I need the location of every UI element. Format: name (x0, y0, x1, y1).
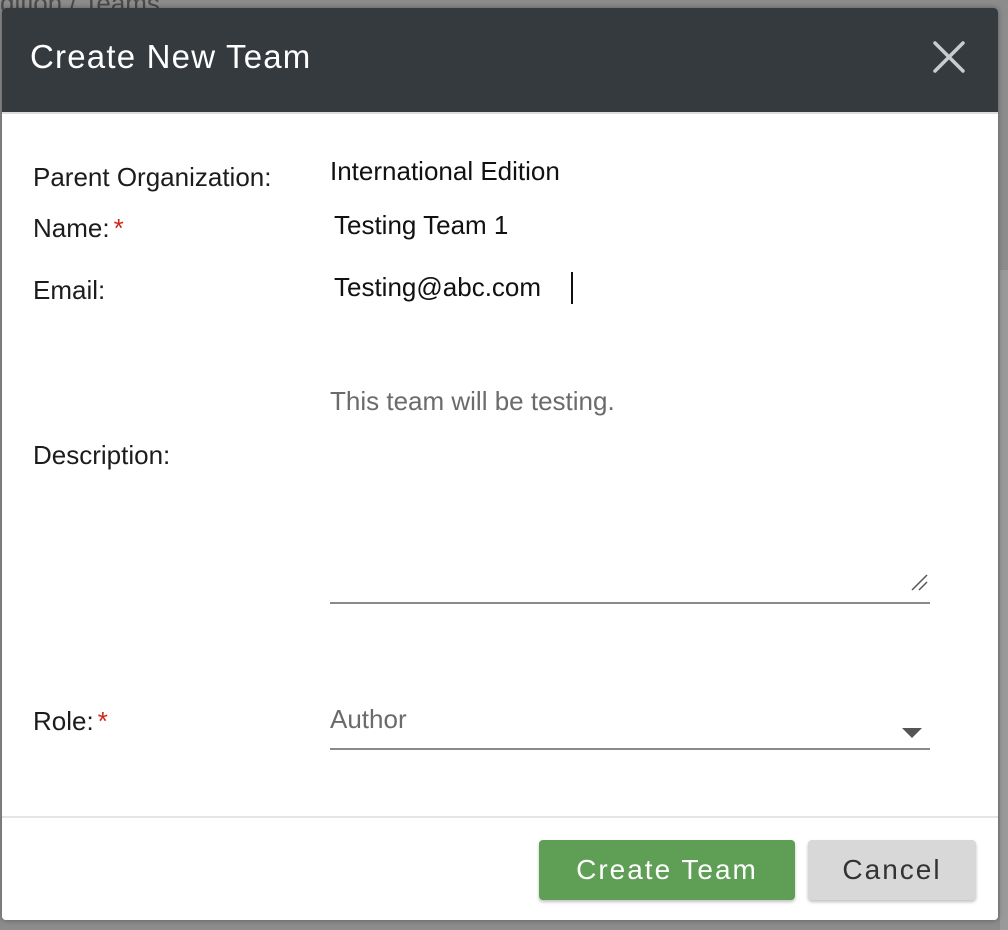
description-textarea[interactable]: This team will be testing. (330, 384, 930, 604)
resize-handle-icon[interactable] (910, 573, 928, 591)
name-label: Name: * (33, 213, 124, 243)
close-button[interactable] (926, 34, 972, 80)
create-team-dialog: Create New Team Parent Organization: Int… (2, 8, 998, 920)
dialog-title: Create New Team (30, 38, 312, 75)
name-input[interactable] (334, 208, 928, 242)
parent-organization-value: International Edition (330, 156, 560, 186)
email-label: Email: (33, 275, 106, 305)
close-icon (933, 41, 965, 73)
email-input[interactable] (334, 270, 928, 304)
description-label: Description: (33, 440, 171, 470)
name-required-mark: * (113, 213, 124, 243)
create-team-button[interactable]: Create Team (539, 840, 795, 900)
role-label: Role: * (33, 706, 108, 736)
parent-organization-label: Parent Organization: (33, 162, 272, 192)
text-cursor (571, 272, 573, 304)
role-select[interactable]: Author (330, 702, 930, 750)
caret-down-icon (902, 728, 922, 738)
role-selected-value: Author (330, 704, 407, 734)
cancel-button[interactable]: Cancel (808, 840, 976, 900)
background-panel-edge (1000, 270, 1008, 930)
role-required-mark: * (97, 706, 108, 736)
dialog-footer: Create Team Cancel (2, 816, 998, 920)
dialog-header: Create New Team (2, 8, 998, 114)
